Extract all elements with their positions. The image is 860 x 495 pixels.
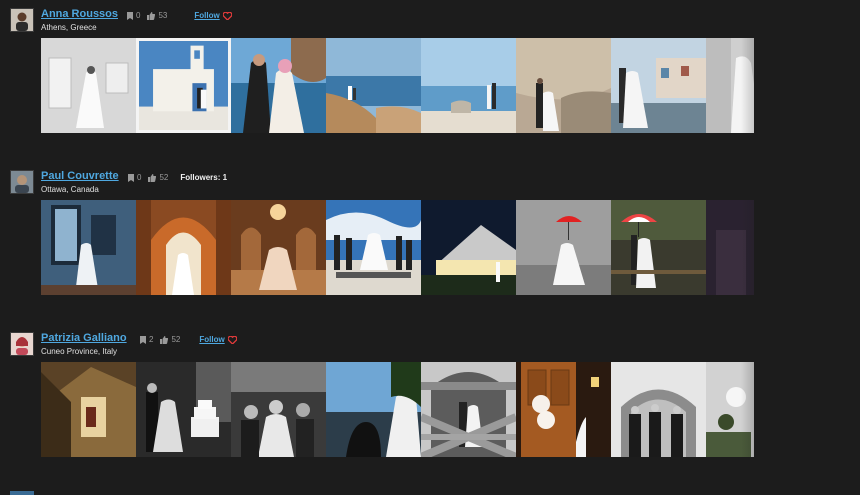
photographer-card: Anna Roussos Athens, Greece 0 53 Follow <box>10 7 850 133</box>
avatar[interactable] <box>10 170 34 194</box>
photo-thumbnail[interactable] <box>706 38 754 133</box>
thumbs-up-icon <box>147 11 156 20</box>
like-count: 52 <box>171 335 181 344</box>
photo-thumbnail[interactable] <box>611 362 706 457</box>
photo-thumbnail[interactable] <box>421 362 516 457</box>
bookmark-icon <box>127 11 133 20</box>
photographer-header: Paul Couvrette Ottawa, Canada 0 52 Follo… <box>10 169 850 199</box>
photo-thumbnail[interactable] <box>516 362 611 457</box>
photo-thumbnail[interactable] <box>611 200 706 295</box>
thumbs-up-icon <box>148 173 157 182</box>
photographer-location: Athens, Greece <box>41 23 97 32</box>
avatar[interactable] <box>10 332 34 356</box>
bookmark-stat: 0 <box>127 11 140 20</box>
avatar[interactable] <box>10 8 34 32</box>
photographer-stats: 0 53 Follow <box>127 11 232 20</box>
photo-thumbnail[interactable] <box>516 200 611 295</box>
photo-strip <box>41 38 754 133</box>
photographer-stats: 0 52 Followers: 1 <box>128 173 227 182</box>
photographer-location: Ottawa, Canada <box>41 185 99 194</box>
photographers-page: Anna Roussos Athens, Greece 0 53 Follow <box>0 0 860 495</box>
photo-thumbnail[interactable] <box>326 362 421 457</box>
photo-thumbnail[interactable] <box>326 38 421 133</box>
follow-button[interactable]: Follow <box>199 335 237 344</box>
photographer-name-link[interactable]: Patrizia Galliano <box>41 332 127 344</box>
photo-thumbnail[interactable] <box>516 38 611 133</box>
followers-count: Followers: 1 <box>180 173 228 182</box>
bookmark-count: 2 <box>149 335 154 344</box>
photo-thumbnail[interactable] <box>231 38 326 133</box>
photographer-name-link[interactable]: Paul Couvrette <box>41 170 119 182</box>
photo-thumbnail[interactable] <box>41 200 136 295</box>
photo-thumbnail[interactable] <box>136 200 231 295</box>
photo-thumbnail-selected[interactable] <box>136 38 231 133</box>
photo-thumbnail[interactable] <box>611 38 706 133</box>
follow-label: Follow <box>194 11 220 20</box>
photographer-header: Anna Roussos Athens, Greece 0 53 Follow <box>10 7 850 37</box>
photo-thumbnail[interactable] <box>421 38 516 133</box>
bookmark-icon <box>128 173 134 182</box>
photo-thumbnail[interactable] <box>231 200 326 295</box>
photo-thumbnail[interactable] <box>706 200 754 295</box>
photographer-header: Patrizia Galliano Cuneo Province, Italy … <box>10 331 850 361</box>
heart-icon <box>222 11 232 20</box>
photo-thumbnail[interactable] <box>421 200 516 295</box>
next-photographer-avatar[interactable] <box>10 491 34 495</box>
bookmark-stat: 2 <box>140 335 153 344</box>
like-stat: 52 <box>160 335 180 344</box>
thumbs-up-icon <box>160 335 169 344</box>
like-count: 52 <box>159 173 169 182</box>
photographer-name-link[interactable]: Anna Roussos <box>41 8 118 20</box>
follow-button[interactable]: Follow <box>194 11 232 20</box>
like-stat: 52 <box>148 173 168 182</box>
photographer-card: Patrizia Galliano Cuneo Province, Italy … <box>10 331 850 457</box>
follow-label: Follow <box>199 335 225 344</box>
photo-thumbnail[interactable] <box>136 362 231 457</box>
photo-strip <box>41 200 754 295</box>
bookmark-count: 0 <box>137 173 142 182</box>
photo-thumbnail[interactable] <box>326 200 421 295</box>
photo-thumbnail[interactable] <box>41 362 136 457</box>
like-count: 53 <box>158 11 168 20</box>
photographer-location: Cuneo Province, Italy <box>41 347 118 356</box>
photo-thumbnail[interactable] <box>41 38 136 133</box>
bookmark-count: 0 <box>136 11 141 20</box>
photo-thumbnail[interactable] <box>231 362 326 457</box>
photographer-card: Paul Couvrette Ottawa, Canada 0 52 Follo… <box>10 169 850 295</box>
like-stat: 53 <box>147 11 167 20</box>
heart-icon <box>227 335 237 344</box>
photo-thumbnail[interactable] <box>706 362 754 457</box>
photo-strip <box>41 362 754 457</box>
photographer-stats: 2 52 Follow <box>140 335 237 344</box>
bookmark-icon <box>140 335 146 344</box>
bookmark-stat: 0 <box>128 173 141 182</box>
